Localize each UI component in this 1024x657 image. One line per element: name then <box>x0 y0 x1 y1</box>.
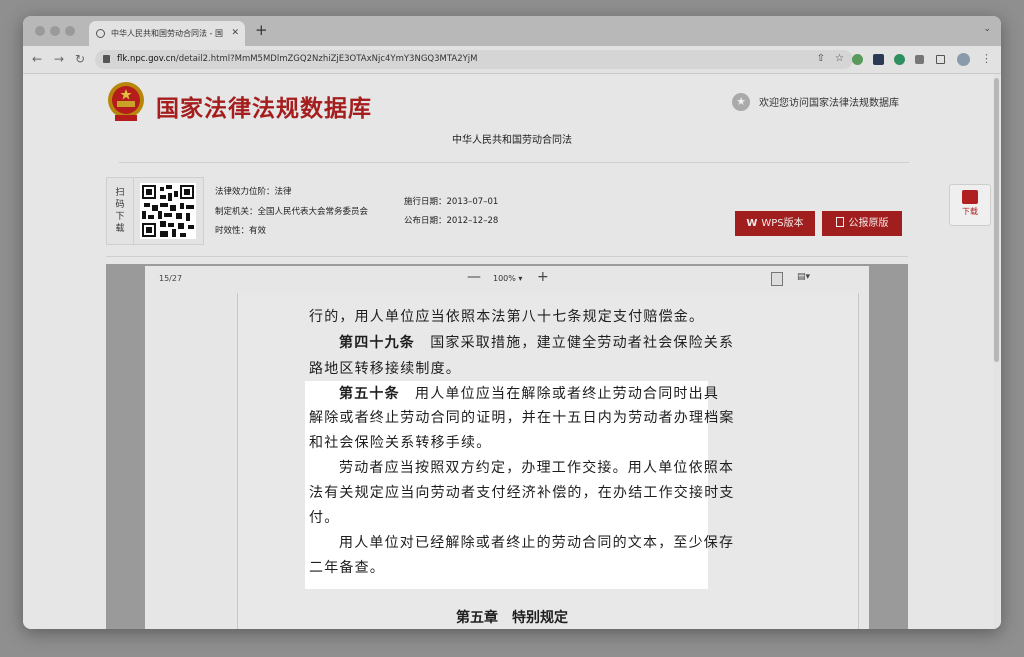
page-scrollbar[interactable] <box>993 74 1000 629</box>
doc-line: 解除或者终止劳动合同的证明，并在十五日内为劳动者办理档案 <box>309 410 735 426</box>
reload-button[interactable]: ↻ <box>75 51 85 67</box>
article-49: 第四十九条 国家采取措施，建立健全劳动者社会保险关系 <box>339 335 735 351</box>
wps-icon: W <box>746 218 758 229</box>
zoom-in-button[interactable]: + <box>537 269 549 285</box>
page-indicator: 15/27 <box>159 274 183 283</box>
meta-status: 时效性：有效 <box>215 226 267 236</box>
url-text[interactable]: flk.npc.gov.cn/detail2.html?MmM5MDlmZGQ2… <box>117 50 478 69</box>
doc-line: 二年备查。 <box>309 560 385 576</box>
extension-green-icon[interactable] <box>852 54 863 65</box>
doc-line: 行的，用人单位应当依照本法第八十七条规定支付赔偿金。 <box>309 309 705 325</box>
meta-publish-date: 公布日期：2012–12–28 <box>404 216 499 226</box>
meta-effective-date: 施行日期：2013–07–01 <box>404 197 499 207</box>
site-logo-text[interactable]: 国家法律法规数据库 <box>156 89 372 123</box>
close-window-icon[interactable] <box>35 26 45 36</box>
qr-download-box[interactable]: 扫 码 下 载 <box>106 177 204 245</box>
wps-version-button[interactable]: W WPS版本 <box>735 211 815 236</box>
forward-button[interactable]: → <box>54 51 64 67</box>
doc-line: 法有关规定应当向劳动者支付经济补偿的，在办结工作交接时支 <box>309 485 735 501</box>
doc-line: 劳动者应当按照双方约定，办理工作交接。用人单位依照本 <box>339 460 735 476</box>
chapter-heading: 第五章 特别规定 <box>456 610 568 626</box>
floating-download-button[interactable]: 下载 <box>949 184 991 226</box>
star-badge-icon: ★ <box>732 93 750 111</box>
scrollbar-thumb[interactable] <box>994 78 999 362</box>
doc-line: 用人单位对已经解除或者终止的劳动合同的文本，至少保存 <box>339 535 735 551</box>
bookmark-star-icon[interactable]: ☆ <box>835 53 844 64</box>
gazette-original-button[interactable]: 公报原版 <box>822 211 902 236</box>
law-title: 中华人民共和国劳动合同法 <box>452 135 572 146</box>
close-tab-icon[interactable]: ✕ <box>231 21 239 46</box>
extension-teal-icon[interactable] <box>894 54 905 65</box>
maximize-window-icon[interactable] <box>65 26 75 36</box>
share-icon[interactable]: ⇧ <box>817 53 825 64</box>
national-emblem-icon <box>108 82 144 121</box>
tab-search-icon[interactable]: ⌄ <box>983 24 991 34</box>
minimize-window-icon[interactable] <box>50 26 60 36</box>
tab-title: 中华人民共和国劳动合同法 - 国 <box>111 29 223 38</box>
doc-line: 路地区转移接续制度。 <box>309 361 461 377</box>
doc-line: 和社会保险关系转移手续。 <box>309 435 492 451</box>
zoom-select[interactable]: 100% ▾ <box>493 274 522 283</box>
browser-toolbar: ← → ↻ flk.npc.gov.cn/detail2.html?MmM5MD… <box>23 46 1001 74</box>
meta-level: 法律效力位阶：法律 <box>215 187 292 197</box>
puzzle-extensions-icon[interactable] <box>915 55 924 64</box>
browser-tab[interactable]: 中华人民共和国劳动合同法 - 国 ✕ <box>89 21 245 46</box>
pdf-toolbar: 15/27 — 100% ▾ + ▤▾ <box>145 266 869 294</box>
pdf-icon <box>835 217 844 227</box>
meta-authority: 制定机关：全国人民代表大会常务委员会 <box>215 207 369 217</box>
download-icon <box>962 190 978 204</box>
sidepanel-icon[interactable] <box>936 55 945 64</box>
article-50: 第五十条 用人单位应当在解除或者终止劳动合同时出具 <box>339 386 720 402</box>
lock-icon[interactable] <box>103 55 110 63</box>
page-content: 国家法律法规数据库 ★ 欢迎您访问国家法律法规数据库 中华人民共和国劳动合同法 … <box>23 74 1001 629</box>
divider <box>119 162 909 163</box>
background <box>0 0 1024 16</box>
zoom-out-button[interactable]: — <box>467 269 481 285</box>
address-bar[interactable]: flk.npc.gov.cn/detail2.html?MmM5MDlmZGQ2… <box>95 50 853 69</box>
extension-dark-icon[interactable] <box>873 54 884 65</box>
qr-code[interactable] <box>140 183 196 239</box>
qr-label: 扫 码 下 载 <box>107 178 134 244</box>
page-view-icon[interactable] <box>771 272 783 286</box>
back-button[interactable]: ← <box>32 51 42 67</box>
welcome-text: 欢迎您访问国家法律法规数据库 <box>759 98 899 109</box>
profile-avatar[interactable] <box>957 53 970 66</box>
print-menu-icon[interactable]: ▤▾ <box>797 272 810 282</box>
globe-icon <box>96 29 105 38</box>
tab-strip: 中华人民共和国劳动合同法 - 国 ✕ + ⌄ <box>23 16 1001 46</box>
new-tab-button[interactable]: + <box>255 22 268 38</box>
divider <box>106 256 908 257</box>
browser-window: 中华人民共和国劳动合同法 - 国 ✕ + ⌄ ← → ↻ flk.npc.gov… <box>23 16 1001 629</box>
browser-menu-icon[interactable]: ⋮ <box>981 51 992 67</box>
doc-line: 付。 <box>309 510 340 526</box>
